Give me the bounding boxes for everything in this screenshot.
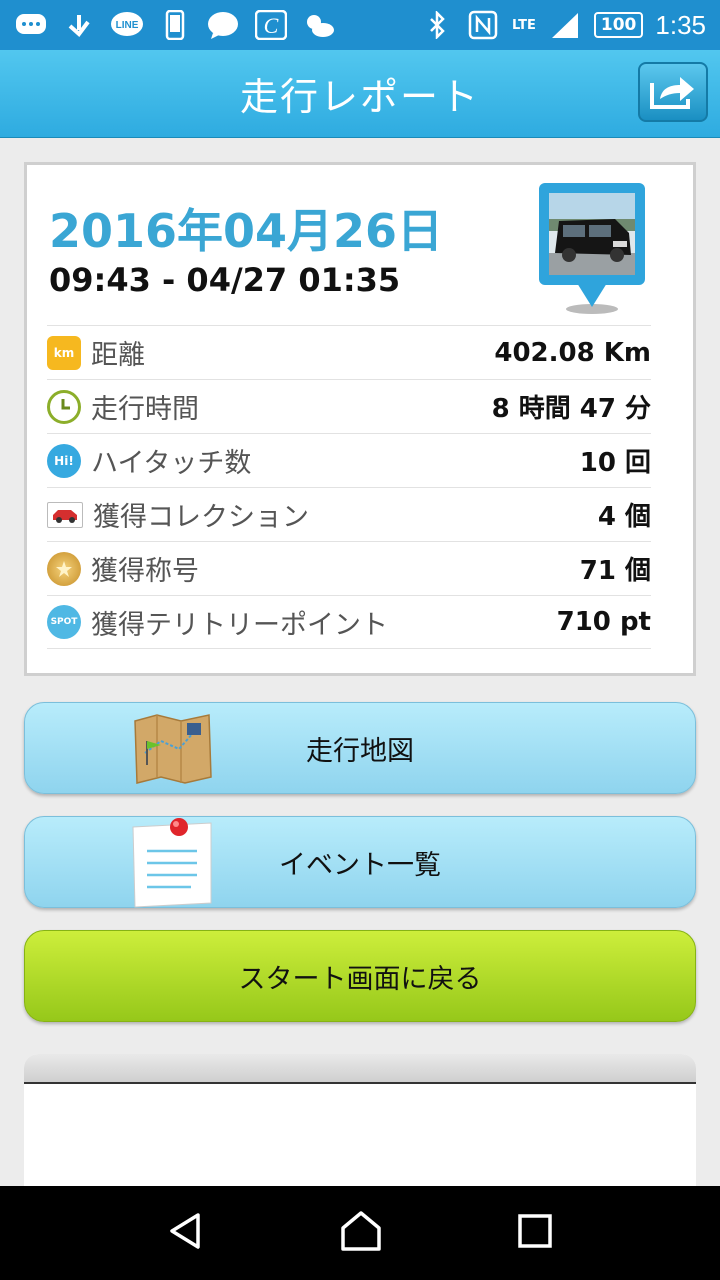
stat-value: 4 個 — [597, 502, 651, 532]
stat-label: 距離 — [91, 340, 145, 371]
stat-label: ハイタッチ数 — [91, 448, 252, 479]
memo-icon — [131, 817, 215, 909]
download-icon — [62, 11, 96, 39]
report-card: 2016年04月26日 09:43 - 04/27 01:35 km 距離 40… — [24, 162, 696, 676]
app-header: 走行レポート — [0, 50, 720, 138]
network-type: LTE — [512, 17, 536, 33]
page-title: 走行レポート — [239, 75, 480, 119]
stat-row-distance: km 距離 402.08 Km — [47, 325, 651, 379]
drive-map-label: 走行地図 — [306, 735, 414, 767]
back-to-start-label: スタート画面に戻る — [238, 963, 482, 995]
stat-row-titles: 獲得称号 71 個 — [47, 541, 651, 595]
line-icon: LINE — [110, 11, 144, 39]
stats-list: km 距離 402.08 Km 走行時間 8 時間 47 分 Hi! ハイタッチ… — [47, 325, 651, 649]
drive-map-button[interactable]: 走行地図 — [24, 702, 696, 794]
back-to-start-button[interactable]: スタート画面に戻る — [24, 930, 696, 1022]
weather-icon — [302, 11, 336, 39]
battery-indicator: 100 — [593, 12, 644, 38]
status-bar: LINE C LTE 100 1:35 — [0, 0, 720, 50]
stat-row-hi-touch: Hi! ハイタッチ数 10 回 — [47, 433, 651, 487]
back-nav-button[interactable] — [166, 1211, 206, 1255]
km-icon-text: km — [53, 345, 75, 360]
report-time-range: 09:43 - 04/27 01:35 — [49, 261, 401, 299]
share-button[interactable] — [638, 62, 708, 122]
message-icon — [206, 11, 240, 39]
stat-row-drive-time: 走行時間 8 時間 47 分 — [47, 379, 651, 433]
svg-text:C: C — [264, 13, 279, 38]
hi-touch-icon-text: Hi! — [54, 453, 74, 468]
stat-value: 402.08 Km — [494, 337, 651, 368]
hi-touch-icon: Hi! — [47, 443, 81, 478]
stat-row-collection: 獲得コレクション 4 個 — [47, 487, 651, 541]
home-nav-button[interactable] — [339, 1210, 383, 1256]
car-collection-icon — [47, 501, 83, 528]
recents-nav-button[interactable] — [516, 1212, 554, 1254]
share-icon — [650, 77, 694, 109]
spot-icon: SPOT — [47, 605, 81, 639]
bluetooth-icon — [420, 11, 454, 39]
status-time: 1:35 — [655, 9, 706, 40]
map-icon — [131, 703, 215, 795]
banner-top-edge — [24, 1054, 696, 1084]
stat-label: 獲得称号 — [91, 556, 199, 587]
system-nav-bar — [0, 1186, 720, 1280]
stat-label: 獲得コレクション — [93, 502, 309, 533]
app-c-icon: C — [254, 10, 288, 40]
back-triangle-icon — [170, 1213, 201, 1249]
signal-icon — [548, 11, 582, 39]
line-icon-text: LINE — [116, 20, 139, 31]
home-icon — [341, 1211, 381, 1251]
nfc-icon — [466, 10, 500, 40]
car-photo-pin[interactable] — [537, 181, 647, 321]
stat-label: 走行時間 — [91, 394, 199, 425]
stat-value: 8 時間 47 分 — [491, 394, 651, 424]
stat-value: 10 回 — [579, 448, 651, 478]
ad-banner-area — [24, 1054, 696, 1186]
recents-square-icon — [517, 1214, 552, 1248]
km-icon: km — [47, 335, 81, 370]
event-list-button[interactable]: イベント一覧 — [24, 816, 696, 908]
spot-icon-text: SPOT — [50, 617, 78, 627]
stat-row-territory-points: SPOT 獲得テリトリーポイント 710 pt — [47, 595, 651, 649]
chat-icon — [14, 11, 48, 39]
report-date: 2016年04月26日 — [49, 204, 444, 258]
phone-icon — [158, 10, 192, 40]
event-list-label: イベント一覧 — [279, 849, 441, 881]
stat-label: 獲得テリトリーポイント — [91, 609, 388, 641]
medal-icon — [47, 551, 81, 586]
stat-value: 71 個 — [579, 556, 651, 586]
car-pin-icon — [539, 183, 645, 314]
stat-value: 710 pt — [556, 607, 651, 637]
clock-icon — [47, 389, 81, 424]
